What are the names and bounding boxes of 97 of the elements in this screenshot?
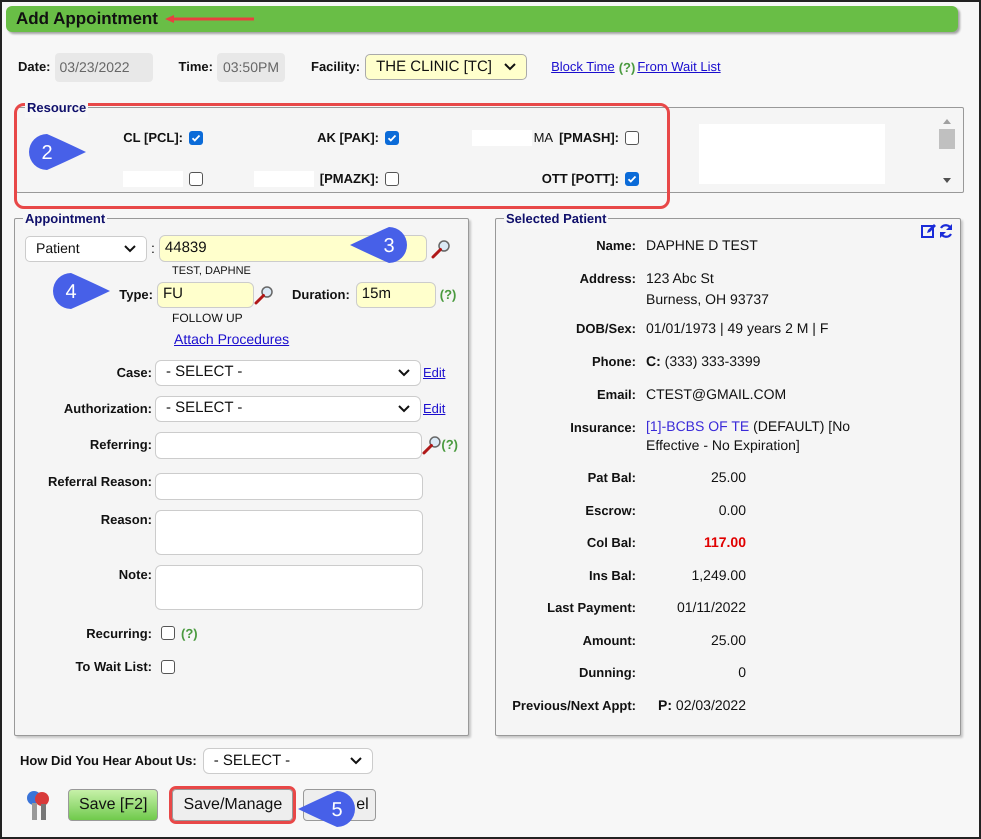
resource-label: AK [PAK]: [317,128,379,147]
resource-label: MA [534,128,554,147]
callout-tooltip: 2 [28,133,88,171]
checkbox[interactable] [161,626,175,640]
field-label: Reason: [100,510,153,528]
callout-tooltip: 3 [348,226,408,264]
block-time-link[interactable]: Block Time [551,57,615,77]
edit-link[interactable]: Edit [423,362,446,382]
field-value: 0 [737,663,746,682]
edit-icon[interactable] [921,223,937,239]
colon-text: : [151,239,155,258]
field-value: 01/11/2022 [676,598,746,617]
field-label: Name: [595,237,637,255]
callout-tooltip: 4 [52,272,112,310]
field-label: Facility: [311,58,360,76]
field-value: C: (333) 333-3399 [646,352,762,371]
type-name: FOLLOW UP [172,310,244,326]
select-field[interactable]: - SELECT - [155,396,421,422]
field-label: Previous/Next Appt: [511,696,637,715]
field-label: Col Bal: [586,534,637,552]
field-label: To Wait List: [74,658,153,676]
edit-link[interactable]: Edit [423,398,446,418]
save-manage-button[interactable]: Save/Manage [172,789,294,821]
field-label: Ins Bal: [588,566,637,584]
field-label: Duration: [292,286,350,304]
scrollbar[interactable] [939,118,955,184]
lookup-select[interactable]: Patient [25,236,147,262]
facility-select[interactable]: THE CLINIC [TC] [365,54,528,80]
field-label: Address: [578,270,637,288]
arrow-icon [164,14,256,24]
checkbox[interactable] [189,172,203,186]
field-label: Date: [18,58,51,76]
date-field[interactable]: 03/23/2022 [54,52,153,82]
field-value: 0.00 [718,500,746,520]
field-label: Email: [596,386,637,404]
field-label: Amount: [582,632,637,650]
wait-list-link[interactable]: From Wait List [637,57,721,77]
field-label: Escrow: [584,502,637,520]
field-label: Time: [178,58,213,76]
field-label: Insurance: [569,419,637,437]
field-label: Referral Reason: [46,472,153,490]
field-label: DOB/Sex: [575,320,637,338]
select-field[interactable]: - SELECT - [155,360,421,386]
field-label: Dunning: [578,664,637,682]
resource-label: CL [PCL]: [123,128,183,147]
caret-icon [504,63,516,71]
field-value: 117.00 [702,533,746,552]
attach-procedures-link[interactable]: Attach Procedures [174,330,290,346]
scroll-down-icon[interactable] [942,178,952,184]
field-value: 25.00 [710,468,746,487]
resource-label: [PMAZK]: [320,170,379,188]
caret-icon [124,244,136,252]
resource-label: [PMASH]: [559,128,619,147]
field-value: 123 Abc St [646,269,715,288]
field-label: Pat Bal: [586,469,637,487]
refresh-icon[interactable] [938,223,954,239]
duration-field[interactable]: 15m [356,282,436,308]
checkbox[interactable] [625,130,639,144]
field-label: Case: [116,364,153,382]
checkbox[interactable] [385,130,399,144]
field-label: Note: [118,566,153,584]
field-label: How Did You Hear About Us: [20,752,197,770]
save-button[interactable]: Save [F2] [68,789,158,821]
field-label: Type: [119,286,153,304]
checkbox[interactable] [161,660,175,674]
page-title: Add Appointment [16,8,158,30]
field-label: Phone: [590,353,637,371]
field-value: CTEST@GMAIL.COM [646,385,788,404]
field-value: 25.00 [710,630,746,650]
callout-tooltip: 5 [296,790,356,828]
checkbox[interactable] [625,172,639,186]
patient-name: TEST, DAPHNE [172,264,252,279]
caret-icon [350,757,362,765]
insurance-link[interactable]: [1]-BCBS OF TE [646,418,750,434]
field-label: Referring: [88,436,153,454]
field-value: [1]-BCBS OF TE (DEFAULT) [No Effective - No Expiration] [646,417,852,455]
field-label: Recurring: [85,624,153,643]
field-label: Last Payment: [546,599,637,617]
resource-label: OTT [POTT]: [542,170,619,188]
field-value: Burness, OH 93737 [646,290,770,309]
input-field[interactable] [155,472,423,500]
checkbox[interactable] [189,130,203,144]
field-value: 1,249.00 [690,566,746,584]
time-field[interactable]: 03:50PM [216,52,285,82]
field-value: 01/01/1973 | 49 years 2 M | F [646,319,830,338]
checkbox[interactable] [385,172,399,186]
input-field[interactable] [155,432,422,458]
field-label: Authorization: [62,400,153,418]
magnifier-icon[interactable] [430,238,451,258]
field-value: DAPHNE D TEST [646,236,759,255]
caret-icon [398,368,410,376]
field-value: P: 02/03/2022 [657,696,746,714]
magnifier-icon[interactable] [422,435,442,455]
caret-icon [398,404,410,412]
magnifier-icon[interactable] [254,284,274,304]
referral-source-select[interactable]: - SELECT - [202,748,373,774]
type-field[interactable]: FU [157,282,254,308]
